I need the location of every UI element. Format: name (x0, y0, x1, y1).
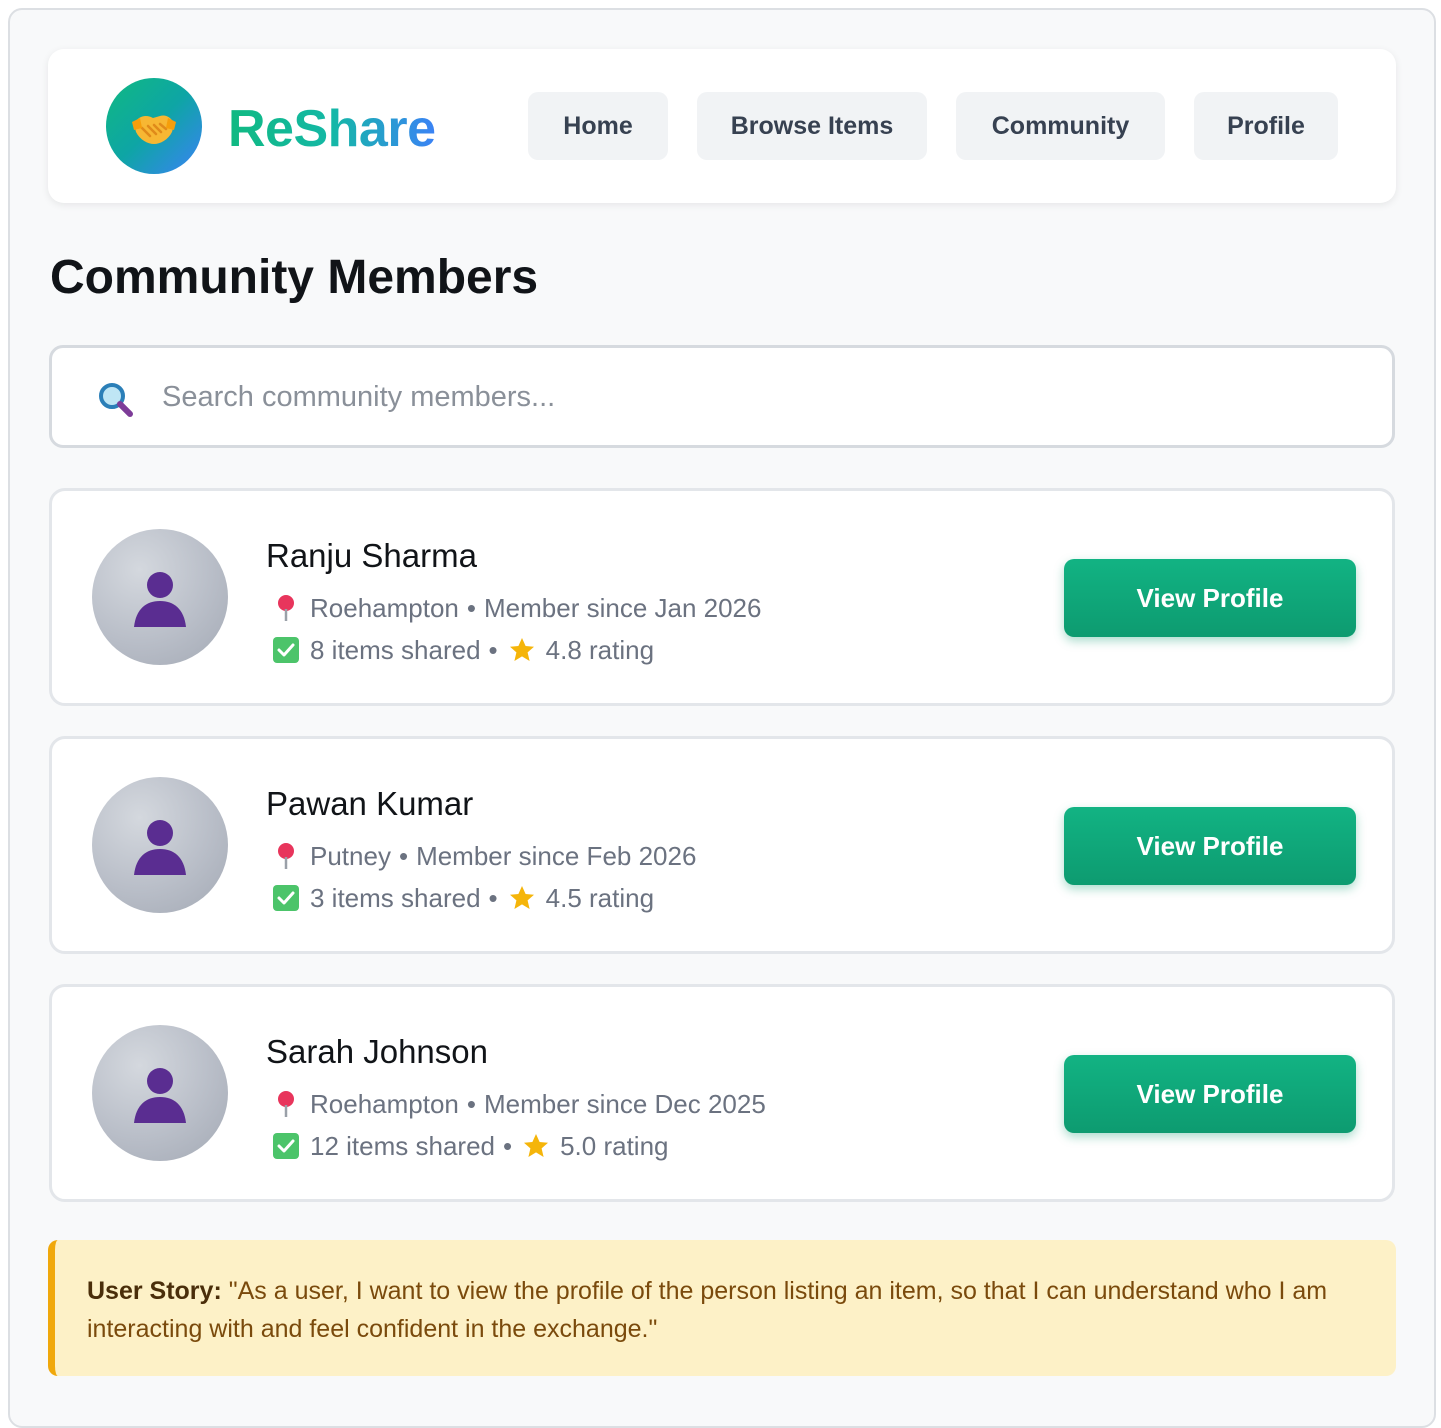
checkmark-icon (270, 1130, 302, 1162)
checkmark-icon (270, 634, 302, 666)
member-since: Member since Dec 2025 (484, 1089, 766, 1119)
user-story-label: User Story: (87, 1277, 222, 1305)
member-stats-line: 12 items shared • 5.0 rating (270, 1129, 669, 1163)
person-silhouette-icon (134, 572, 186, 627)
member-since: Member since Jan 2026 (484, 593, 762, 623)
avatar (92, 529, 228, 665)
member-since: Member since Feb 2026 (416, 841, 697, 871)
member-stats-line: 3 items shared • 4.5 rating (270, 881, 654, 915)
page-title: Community Members (50, 251, 539, 304)
member-stats-line: 8 items shared • 4.8 rating (270, 633, 654, 667)
member-card-sarah-johnson: Sarah Johnson Roehampton • Member since … (49, 984, 1395, 1202)
location-pin-icon (270, 840, 302, 872)
location-pin-icon (270, 1088, 302, 1120)
nav-browse-items[interactable]: Browse Items (697, 92, 927, 160)
checkmark-icon (270, 882, 302, 914)
member-name: Ranju Sharma (266, 537, 477, 574)
search-box (49, 345, 1395, 448)
member-location: Putney (310, 841, 391, 871)
member-name: Sarah Johnson (266, 1033, 488, 1070)
location-pin-icon (270, 592, 302, 624)
member-location-line: Roehampton • Member since Jan 2026 (270, 591, 761, 625)
user-story-callout: User Story: "As a user, I want to view t… (48, 1240, 1396, 1376)
view-profile-button[interactable]: View Profile (1064, 807, 1356, 885)
app-frame (8, 8, 1436, 1428)
member-items-shared: 3 items shared (310, 883, 481, 913)
nav-home[interactable]: Home (528, 92, 668, 160)
member-rating: 4.8 rating (545, 635, 655, 665)
person-silhouette-icon (134, 1068, 186, 1123)
star-icon (506, 634, 538, 666)
top-header: ReShare Home Browse Items Community Prof… (48, 49, 1396, 203)
member-name: Pawan Kumar (266, 785, 474, 822)
member-location-line: Roehampton • Member since Dec 2025 (270, 1087, 766, 1121)
member-card-ranju-sharma: Ranju Sharma Roehampton • Member since J… (49, 488, 1395, 706)
member-location: Roehampton (310, 1089, 459, 1119)
handshake-logo-icon (106, 78, 202, 174)
star-icon (520, 1130, 552, 1162)
person-silhouette-icon (134, 820, 186, 875)
member-items-shared: 8 items shared (310, 635, 481, 665)
user-story-text: "As a user, I want to view the profile o… (87, 1277, 1328, 1343)
nav-community[interactable]: Community (956, 92, 1165, 160)
star-icon (506, 882, 538, 914)
search-icon (99, 383, 133, 417)
member-location-line: Putney • Member since Feb 2026 (270, 839, 696, 873)
member-card-pawan-kumar: Pawan Kumar Putney • Member since Feb 20… (49, 736, 1395, 954)
view-profile-button[interactable]: View Profile (1064, 559, 1356, 637)
member-items-shared: 12 items shared (310, 1131, 495, 1161)
avatar (92, 1025, 228, 1161)
member-rating: 5.0 rating (560, 1131, 669, 1161)
view-profile-button[interactable]: View Profile (1064, 1055, 1356, 1133)
brand-name[interactable]: ReShare (228, 99, 436, 159)
nav-profile[interactable]: Profile (1194, 92, 1338, 160)
member-rating: 4.5 rating (545, 883, 655, 913)
search-input[interactable] (162, 368, 1352, 426)
avatar (92, 777, 228, 913)
member-location: Roehampton (310, 593, 459, 623)
